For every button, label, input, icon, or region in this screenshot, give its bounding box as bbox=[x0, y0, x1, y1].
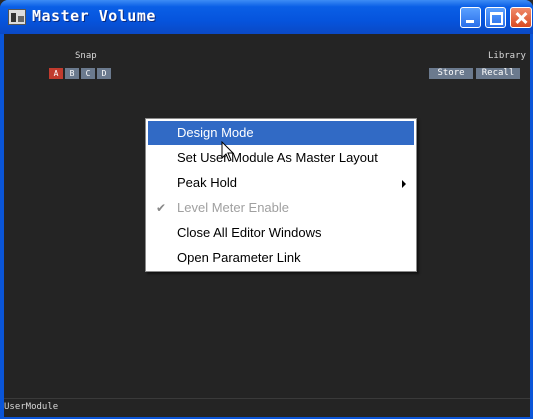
menu-item-label: Close All Editor Windows bbox=[177, 225, 322, 240]
submenu-arrow-icon bbox=[402, 180, 406, 188]
menu-item-label: Open Parameter Link bbox=[177, 250, 301, 265]
status-bar: UserModule bbox=[4, 398, 530, 417]
app-window: Master Volume Snap A B C D Library Store… bbox=[0, 0, 533, 419]
menu-item-design-mode[interactable]: Design Mode bbox=[148, 121, 414, 145]
app-icon[interactable] bbox=[8, 9, 26, 25]
snap-a-button[interactable]: A bbox=[49, 68, 63, 79]
minimize-button[interactable] bbox=[460, 7, 481, 28]
snap-b-button[interactable]: B bbox=[65, 68, 79, 79]
recall-button[interactable]: Recall bbox=[476, 68, 520, 79]
checkmark-icon: ✔ bbox=[156, 201, 167, 215]
menu-item-label: Set User Module As Master Layout bbox=[177, 150, 378, 165]
context-menu: Design Mode Set User Module As Master La… bbox=[145, 118, 417, 272]
snap-d-button[interactable]: D bbox=[97, 68, 111, 79]
menu-item-set-user-module-master-layout[interactable]: Set User Module As Master Layout bbox=[148, 146, 414, 170]
store-button[interactable]: Store bbox=[429, 68, 473, 79]
menu-item-label: Peak Hold bbox=[177, 175, 237, 190]
mouse-cursor-icon bbox=[221, 141, 235, 162]
library-label: Library bbox=[488, 51, 526, 61]
menu-item-label: Design Mode bbox=[177, 125, 254, 140]
title-bar[interactable]: Master Volume bbox=[0, 0, 533, 34]
close-button[interactable] bbox=[510, 7, 532, 28]
menu-item-label: Level Meter Enable bbox=[177, 200, 290, 215]
menu-item-level-meter-enable: ✔ Level Meter Enable bbox=[148, 196, 414, 220]
menu-item-close-all-editor-windows[interactable]: Close All Editor Windows bbox=[148, 221, 414, 245]
menu-item-peak-hold[interactable]: Peak Hold bbox=[148, 171, 414, 195]
window-title: Master Volume bbox=[32, 7, 156, 25]
menu-item-open-parameter-link[interactable]: Open Parameter Link bbox=[148, 246, 414, 270]
maximize-button[interactable] bbox=[485, 7, 506, 28]
snap-label: Snap bbox=[75, 51, 97, 61]
status-text: UserModule bbox=[4, 402, 59, 412]
snap-c-button[interactable]: C bbox=[81, 68, 95, 79]
